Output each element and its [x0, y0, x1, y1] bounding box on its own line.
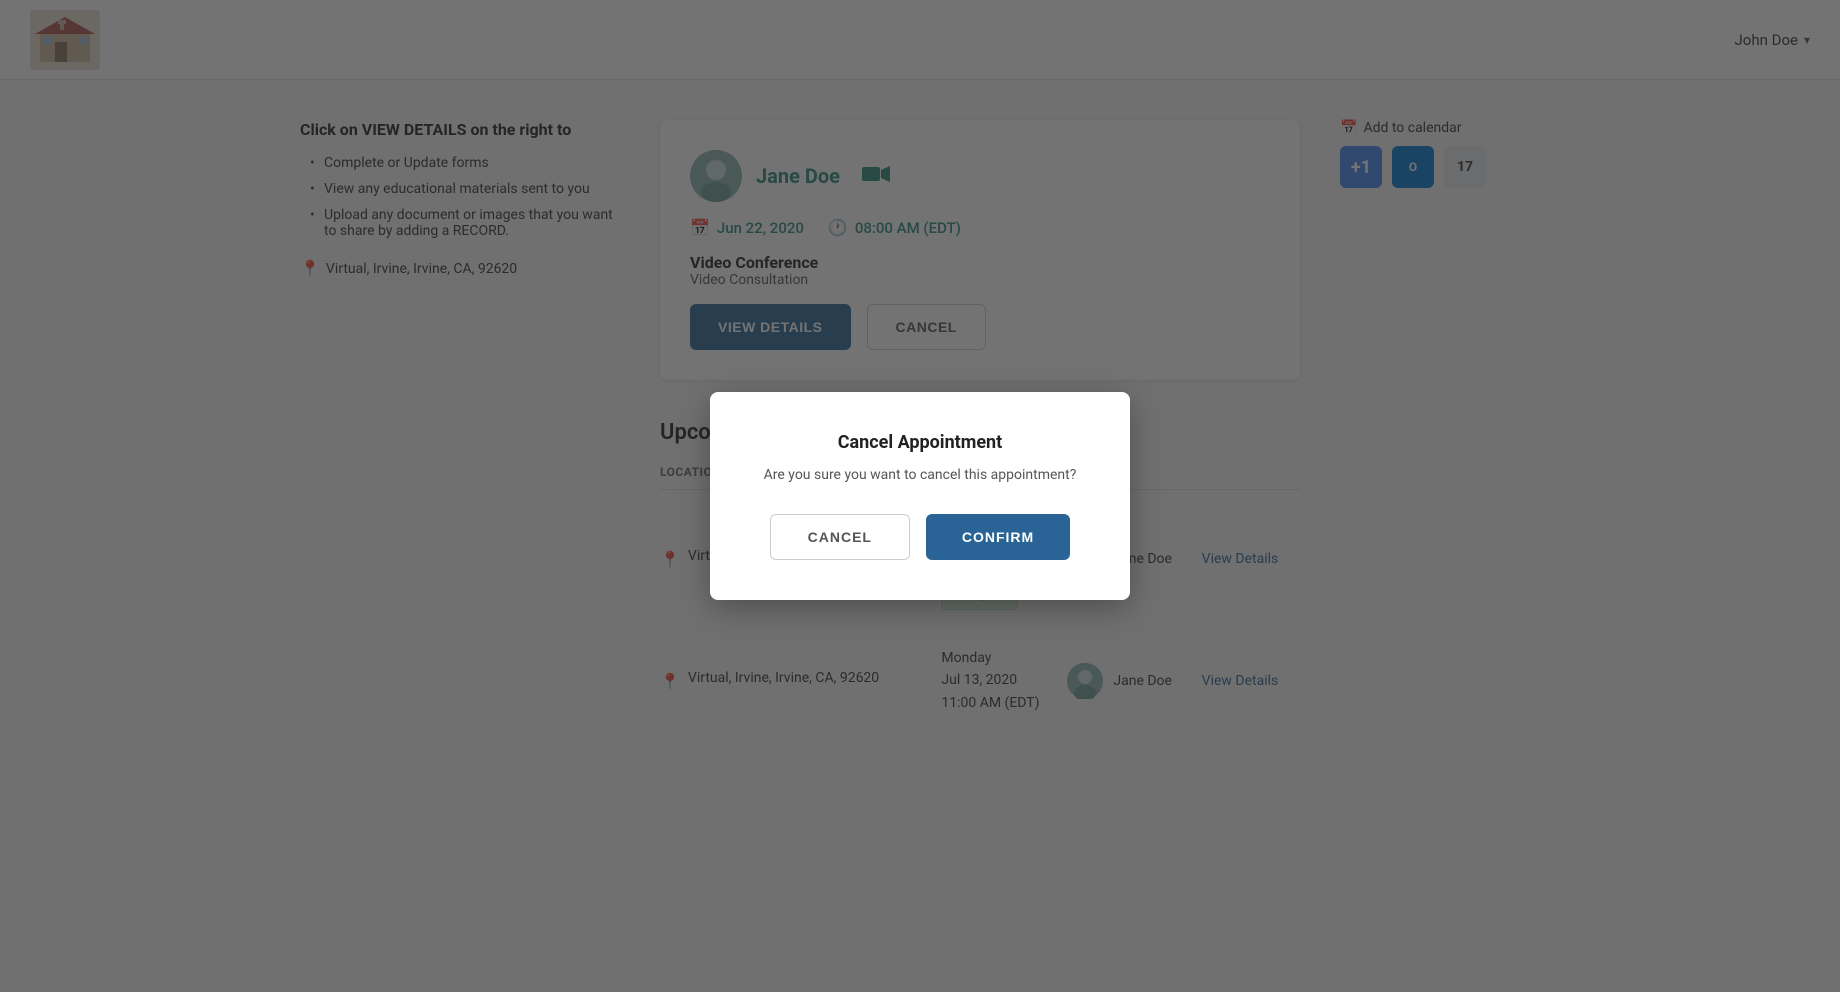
- dialog-buttons: CANCEL CONFIRM: [760, 514, 1080, 560]
- dialog-message: Are you sure you want to cancel this app…: [760, 465, 1080, 486]
- dialog-confirm-button[interactable]: CONFIRM: [926, 514, 1070, 560]
- dialog-title: Cancel Appointment: [760, 432, 1080, 453]
- dialog-overlay: Cancel Appointment Are you sure you want…: [0, 0, 1840, 992]
- cancel-dialog: Cancel Appointment Are you sure you want…: [710, 392, 1130, 600]
- dialog-cancel-button[interactable]: CANCEL: [770, 514, 910, 560]
